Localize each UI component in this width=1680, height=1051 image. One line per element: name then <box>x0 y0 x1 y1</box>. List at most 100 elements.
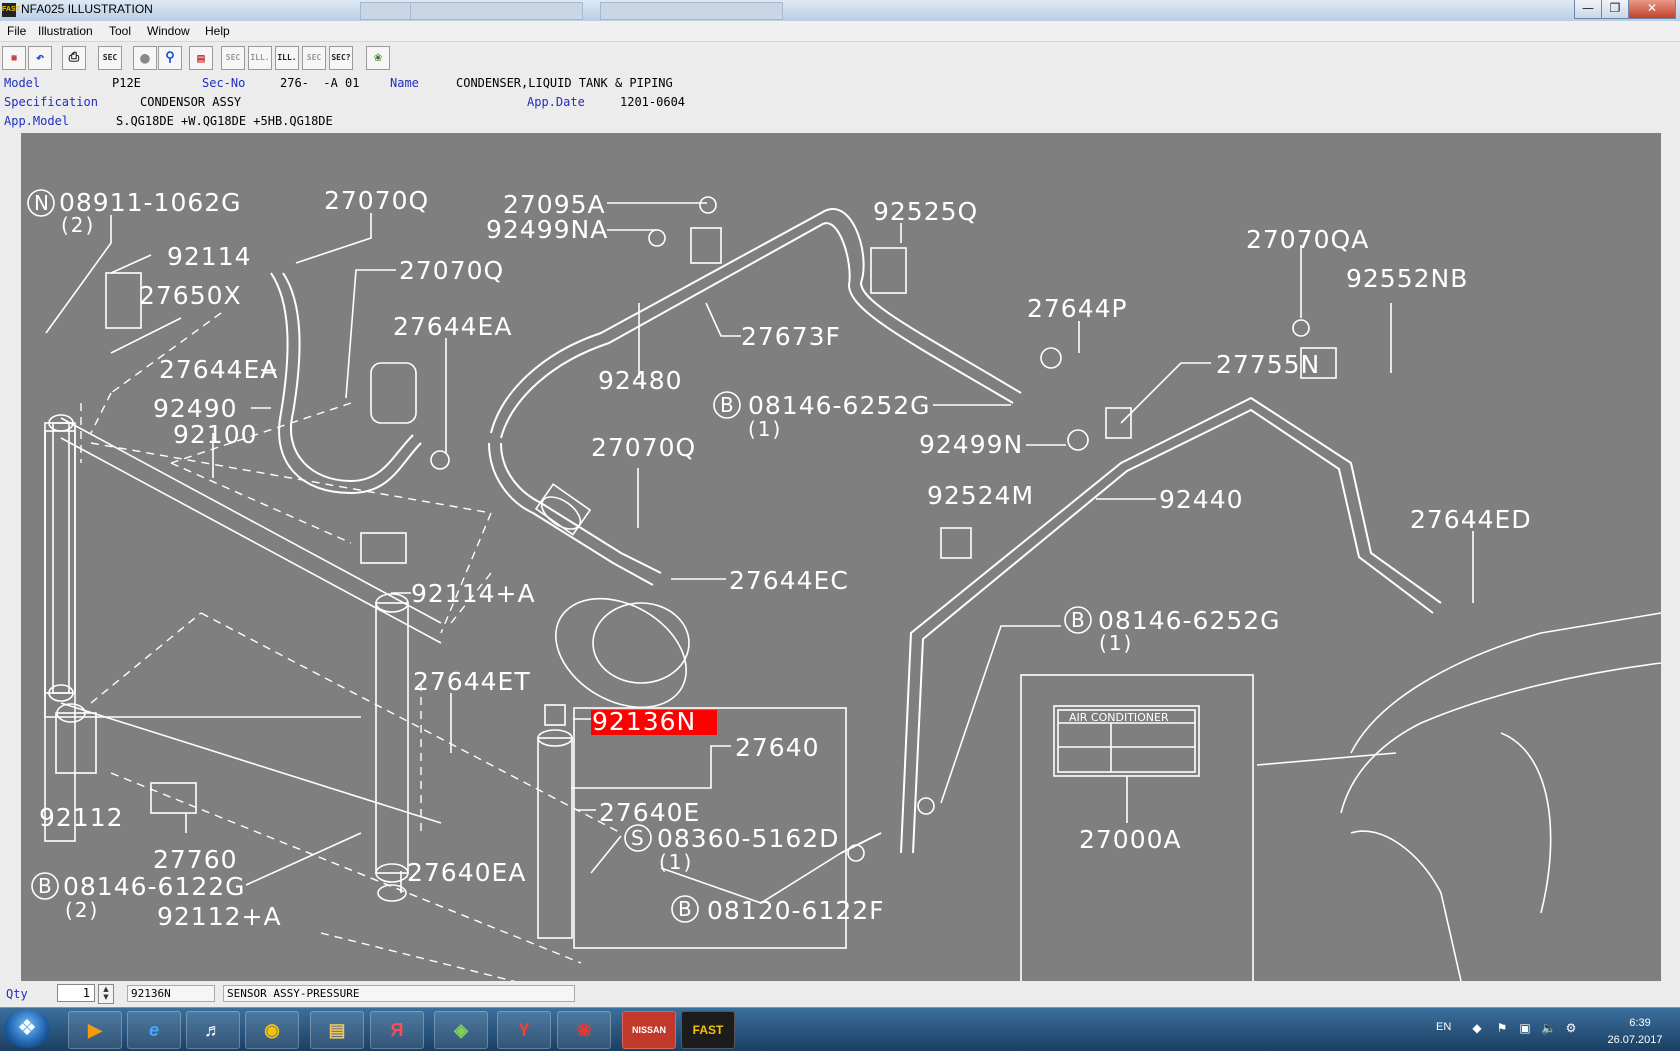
part-label[interactable]: 92499NA <box>486 215 608 244</box>
qty-stepper[interactable]: ▲ ▼ <box>98 984 114 1004</box>
part-label[interactable]: 27644ED <box>1410 505 1532 534</box>
part-label[interactable]: 27644EC <box>729 566 849 595</box>
part-label[interactable]: 92440 <box>1159 485 1244 514</box>
tray-app-icon[interactable]: ◆ <box>1470 1021 1484 1035</box>
part-label[interactable]: 92114 <box>167 242 252 271</box>
clock-date[interactable]: 26.07.2017 <box>1600 1034 1670 1046</box>
yandex-icon[interactable]: Y <box>497 1011 551 1049</box>
maximize-button[interactable]: ❐ <box>1601 0 1629 19</box>
part-label[interactable]: 27640E <box>599 798 700 827</box>
start-button[interactable]: ❖ <box>4 1010 50 1048</box>
menu-file[interactable]: File <box>7 24 26 38</box>
ill-next-icon[interactable]: ILL. <box>275 46 299 70</box>
part-label[interactable]: 92112+A <box>157 902 282 931</box>
menu-window[interactable]: Window <box>147 24 190 38</box>
status-bar: Qty 1 ▲ ▼ 92136N SENSOR ASSY-PRESSURE <box>0 981 1680 1007</box>
sec-prev-icon[interactable]: SEC <box>221 46 245 70</box>
internet-explorer-icon[interactable]: e <box>127 1011 181 1049</box>
part-label[interactable]: 08146-6122G <box>63 872 246 901</box>
part-label[interactable]: 27644EA <box>393 312 512 341</box>
part-label[interactable]: 92499N <box>919 430 1023 459</box>
part-label[interactable]: 92524M <box>927 481 1034 510</box>
network-icon[interactable]: ▣ <box>1518 1021 1532 1035</box>
background-tab-3[interactable] <box>600 2 783 20</box>
sec-next-icon[interactable]: SEC <box>302 46 326 70</box>
part-label[interactable]: 27673F <box>741 322 841 351</box>
part-label[interactable]: 27000A <box>1079 825 1182 854</box>
sec-icon[interactable]: SEC <box>98 46 122 70</box>
sec-search-icon[interactable]: SEC? <box>329 46 353 70</box>
air-conditioner-label-text: AIR CONDITIONER <box>1069 711 1169 724</box>
menu-illustration[interactable]: Illustration <box>38 24 93 38</box>
menu-tool[interactable]: Tool <box>109 24 131 38</box>
secno-value: 276- -A 01 <box>280 76 360 90</box>
part-label[interactable]: 08146-6252G <box>748 391 931 420</box>
record-icon[interactable]: ● <box>133 46 157 70</box>
ill-prev-icon[interactable]: ILL. <box>248 46 272 70</box>
clock-time[interactable]: 6:39 <box>1610 1017 1670 1029</box>
media-player-icon[interactable]: ▶ <box>68 1011 122 1049</box>
minimize-button[interactable]: — <box>1574 0 1602 19</box>
nissan-icon[interactable]: NISSAN <box>622 1011 676 1049</box>
chrome-icon[interactable]: ◉ <box>245 1011 299 1049</box>
book-icon[interactable]: ▤ <box>189 46 213 70</box>
part-label[interactable]: 27760 <box>153 845 238 874</box>
marker-b-2: B <box>1071 608 1087 632</box>
close-button[interactable]: ✕ <box>1628 0 1676 19</box>
appdate-value: 1201-0604 <box>620 95 686 109</box>
part-label[interactable]: 92525Q <box>873 197 978 226</box>
part-label[interactable]: 92112 <box>39 803 124 832</box>
model-value: P12E <box>112 76 141 90</box>
language-indicator[interactable]: EN <box>1436 1021 1451 1033</box>
part-number-field: 92136N <box>127 985 215 1002</box>
undo-icon[interactable]: ↶ <box>28 46 52 70</box>
part-label[interactable]: 92480 <box>598 366 683 395</box>
toolbar: ▦ ↶ ⎙ SEC ● ⚲ ▤ SEC ILL. ILL. SEC SEC? ❀ <box>0 42 1680 74</box>
part-label[interactable]: 08120-6122F <box>707 896 885 925</box>
part-label[interactable]: 27640EA <box>407 858 526 887</box>
model-label: Model <box>4 76 41 90</box>
bluestacks-icon[interactable]: ◈ <box>434 1011 488 1049</box>
secno-label: Sec-No <box>202 76 246 90</box>
part-label[interactable]: 92114+A <box>411 579 536 608</box>
part-label[interactable]: 08360-5162D <box>657 824 839 853</box>
title-bar: FAST NFA025 ILLUSTRATION — ❐ ✕ <box>0 0 1680 22</box>
pdf-reader-icon[interactable]: ❀ <box>557 1011 611 1049</box>
tray-update-icon[interactable]: ⚙ <box>1564 1021 1578 1035</box>
part-label[interactable]: 92100 <box>173 420 258 449</box>
spec-label: Specification <box>4 95 98 109</box>
speaker-icon[interactable]: 🔈 <box>1541 1021 1556 1035</box>
part-label[interactable]: 27640 <box>735 733 820 762</box>
print-icon[interactable]: ⎙ <box>62 46 86 70</box>
part-label[interactable]: 92490 <box>153 394 238 423</box>
part-labels: 08911-1062G (2) 27070Q 27095A 92499NA 92… <box>39 186 1532 931</box>
fast-icon[interactable]: FAST <box>681 1011 735 1049</box>
qty-input[interactable]: 1 <box>57 984 95 1002</box>
marker-s: S <box>631 826 646 850</box>
volume-app-icon[interactable]: ♬ <box>186 1011 240 1049</box>
menu-help[interactable]: Help <box>205 24 230 38</box>
parts-icon[interactable]: ▦ <box>2 46 26 70</box>
yandex-browser-icon[interactable]: Я <box>370 1011 424 1049</box>
part-label[interactable]: 27650X <box>139 281 242 310</box>
liquid-tank <box>537 704 573 939</box>
part-label[interactable]: 27070Q <box>324 186 429 215</box>
highlighted-part-label[interactable]: 92136N <box>592 707 696 736</box>
part-label[interactable]: 27070QA <box>1246 225 1369 254</box>
part-qty: (2) <box>65 898 99 922</box>
part-label[interactable]: 27070Q <box>399 256 504 285</box>
part-label[interactable]: 27755N <box>1216 350 1320 379</box>
spec-value: CONDENSOR ASSY <box>140 95 242 109</box>
marker-n: N <box>34 191 51 215</box>
zoom-icon[interactable]: ⚲ <box>158 46 182 70</box>
part-label[interactable]: 27644P <box>1027 294 1128 323</box>
part-label[interactable]: 27644EA <box>159 355 278 384</box>
part-label[interactable]: 27644ET <box>413 667 531 696</box>
part-label[interactable]: 27070Q <box>591 433 696 462</box>
illustration-canvas[interactable]: AIR CONDITIONER N B B S B B 08911-1062G … <box>21 133 1661 981</box>
hint-icon[interactable]: ❀ <box>366 46 390 70</box>
flag-icon[interactable]: ⚑ <box>1495 1021 1509 1035</box>
background-tab-2[interactable] <box>410 2 583 20</box>
explorer-icon[interactable]: ▤ <box>310 1011 364 1049</box>
part-label[interactable]: 92552NB <box>1346 264 1468 293</box>
